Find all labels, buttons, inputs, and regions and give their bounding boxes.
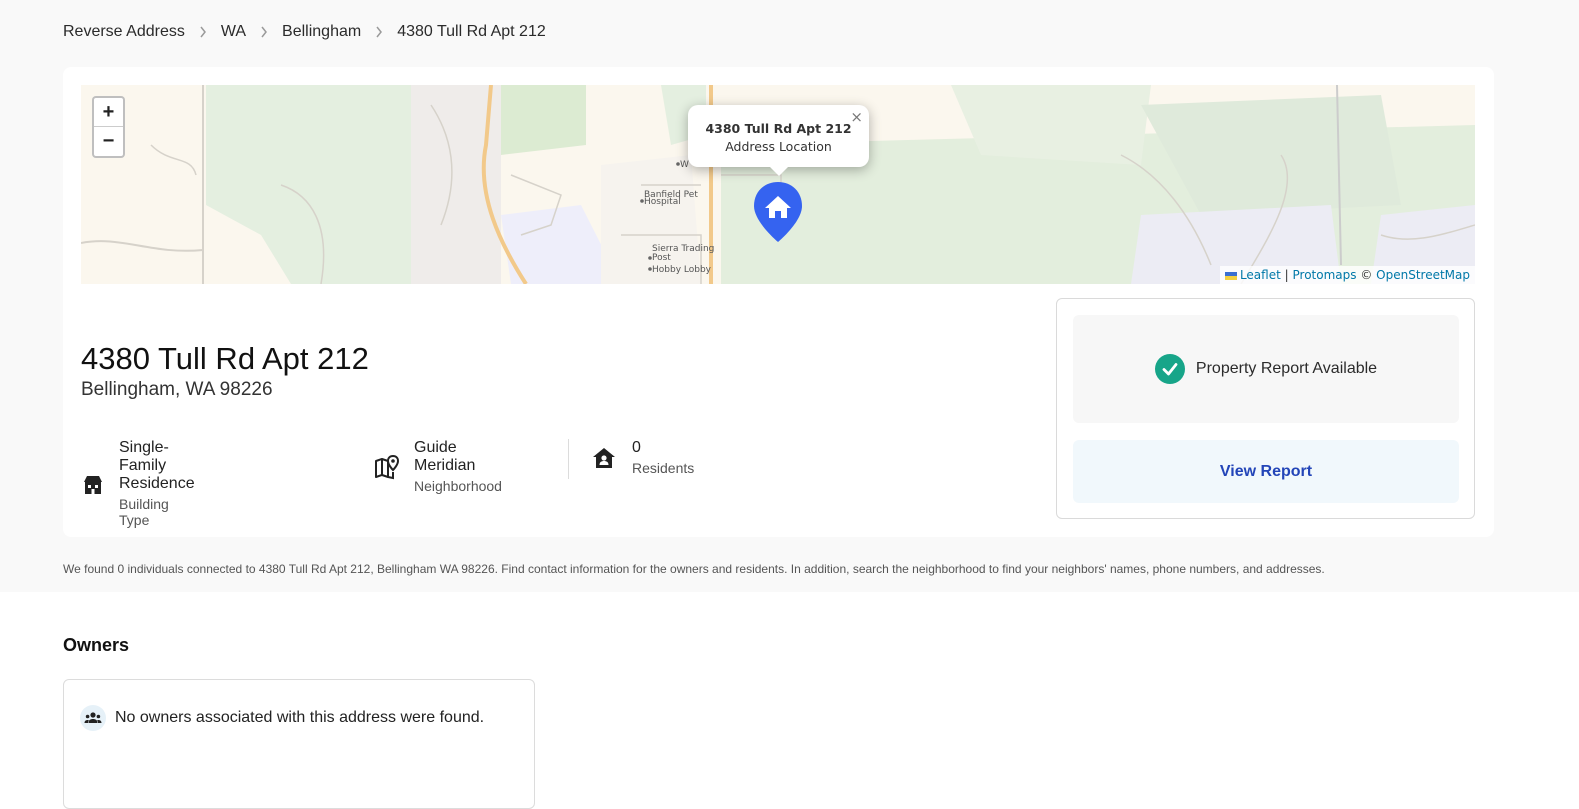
breadcrumb-city[interactable]: Bellingham (282, 23, 361, 41)
stat-value: 0 (632, 439, 641, 456)
breadcrumb-reverse-address[interactable]: Reverse Address (63, 23, 185, 41)
stat-label: Building Type (119, 496, 169, 528)
stat-label: Neighborhood (414, 478, 502, 494)
address-map[interactable]: Banfield Pet Hospital Sierra Trading Pos… (81, 85, 1475, 284)
people-group-icon (80, 705, 106, 731)
view-report-button[interactable]: View Report (1073, 440, 1459, 503)
address-summary-text: We found 0 individuals connected to 4380… (63, 562, 1325, 576)
protomaps-link[interactable]: Protomaps (1293, 268, 1357, 282)
property-card: Banfield Pet Hospital Sierra Trading Pos… (63, 67, 1494, 537)
copyright-symbol: © (1360, 268, 1373, 282)
city-state-zip: Bellingham, WA 98226 (81, 379, 273, 400)
check-circle-icon (1154, 354, 1185, 384)
chevron-right-icon (199, 26, 207, 38)
poi-label: Post (652, 253, 671, 263)
stat-residents: 0 Residents (590, 439, 694, 476)
map-attribution: Leaflet | Protomaps © OpenStreetMap (1219, 266, 1475, 284)
map-pin-icon (374, 453, 400, 481)
building-icon (81, 470, 105, 498)
breadcrumb-state[interactable]: WA (221, 23, 246, 41)
report-status-text: Property Report Available (1195, 360, 1378, 377)
poi-label: Hospital (644, 197, 681, 207)
stat-value: Single-Family Residence (119, 439, 195, 492)
attribution-separator: | (1284, 268, 1289, 282)
stat-value: Guide Meridian (414, 439, 476, 474)
stat-label: Residents (632, 460, 695, 476)
popup-title: 4380 Tull Rd Apt 212 (705, 121, 852, 136)
report-status: Property Report Available (1073, 315, 1459, 423)
close-icon[interactable]: × (850, 108, 863, 126)
map-popup: × 4380 Tull Rd Apt 212 Address Location (688, 105, 869, 167)
popup-subtitle: Address Location (725, 139, 832, 154)
zoom-out-button[interactable]: − (94, 127, 123, 156)
stat-building-type: Single-Family Residence Building Type (81, 439, 199, 528)
breadcrumb: Reverse Address WA Bellingham 4380 Tull … (63, 21, 546, 43)
page-title: 4380 Tull Rd Apt 212 (81, 341, 369, 376)
zoom-control: + − (92, 96, 125, 158)
stat-divider (568, 439, 569, 479)
chevron-right-icon (260, 26, 268, 38)
owners-empty-state: No owners associated with this address w… (80, 705, 484, 731)
report-panel: Property Report Available View Report (1056, 298, 1475, 519)
owners-empty-text: No owners associated with this address w… (115, 709, 485, 726)
owners-heading: Owners (63, 635, 130, 655)
breadcrumb-current-address: 4380 Tull Rd Apt 212 (397, 23, 546, 40)
chevron-right-icon (375, 26, 383, 38)
ukraine-flag-icon (1224, 271, 1237, 280)
openstreetmap-link[interactable]: OpenStreetMap (1376, 268, 1470, 282)
stat-neighborhood: Guide Meridian Neighborhood (374, 439, 504, 494)
location-marker-icon[interactable] (752, 180, 804, 244)
poi-label: Hobby Lobby (652, 265, 712, 275)
popup-tip (769, 166, 789, 176)
zoom-in-button[interactable]: + (94, 98, 123, 127)
leaflet-link[interactable]: Leaflet (1240, 268, 1281, 282)
owners-panel: No owners associated with this address w… (63, 679, 535, 809)
poi-label: W (680, 160, 689, 170)
house-user-icon (590, 444, 618, 472)
